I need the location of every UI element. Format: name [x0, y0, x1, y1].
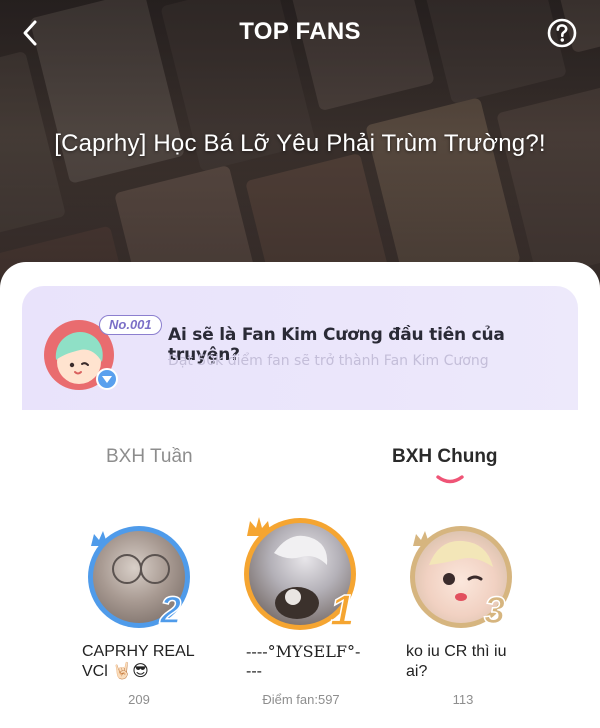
- fan-score: 113: [452, 692, 474, 707]
- tab-indicator: [436, 475, 464, 484]
- diamond-badge-icon: [96, 368, 118, 390]
- fan-score: Điểm fan:597: [262, 692, 340, 707]
- fan-name-line1: ----°MYSELF°-: [246, 642, 361, 661]
- fan-rank-1[interactable]: 1 ----°MYSELF°- --- Điểm fan:597: [238, 512, 378, 712]
- page-title: TOP FANS: [239, 18, 361, 45]
- tab-overall-ranking[interactable]: BXH Chung: [392, 446, 498, 468]
- fan-rank-2[interactable]: 2 CAPRHY REAL VCl 🤘🏻😎 209: [80, 520, 200, 710]
- story-title: [Caprhy] Học Bá Lỡ Yêu Phải Trùm Trường?…: [54, 130, 546, 157]
- fan-name: ko iu CR thì iu ai?: [406, 642, 530, 682]
- rank-number: 2: [159, 589, 182, 633]
- fan-score: 209: [128, 692, 150, 707]
- fan-name-line1: CAPRHY REAL: [82, 643, 195, 660]
- question-circle-icon: [547, 18, 577, 48]
- fan-name-line2: VCl 🤘🏻😎: [82, 663, 149, 680]
- fan-name: ----°MYSELF°- ---: [246, 642, 376, 682]
- hero-banner: TOP FANS [Caprhy] Học Bá Lỡ Yêu Phải Trù…: [0, 0, 600, 300]
- fan-name: CAPRHY REAL VCl 🤘🏻😎: [82, 642, 212, 682]
- tab-weekly-ranking[interactable]: BXH Tuần: [106, 446, 193, 468]
- fan-name-line2: ---: [246, 663, 262, 680]
- fan-name-line2: ai?: [406, 663, 428, 680]
- diamond-fan-banner: No.001 Ai sẽ là Fan Kim Cương đầu tiên c…: [22, 286, 578, 410]
- content-sheet: No.001 Ai sẽ là Fan Kim Cương đầu tiên c…: [0, 262, 600, 728]
- top-bar: TOP FANS: [0, 0, 600, 66]
- rank-number: 1: [329, 585, 355, 636]
- help-button[interactable]: [546, 17, 578, 49]
- banner-subtitle: Đạt 50k điểm fan sẽ trở thành Fan Kim Cư…: [168, 353, 489, 369]
- fan-name-line1: ko iu CR thì iu: [406, 643, 507, 660]
- rank-tag: No.001: [99, 315, 162, 335]
- fan-rank-3[interactable]: 3 ko iu CR thì iu ai? 113: [400, 520, 530, 710]
- rank-number: 3: [483, 589, 506, 633]
